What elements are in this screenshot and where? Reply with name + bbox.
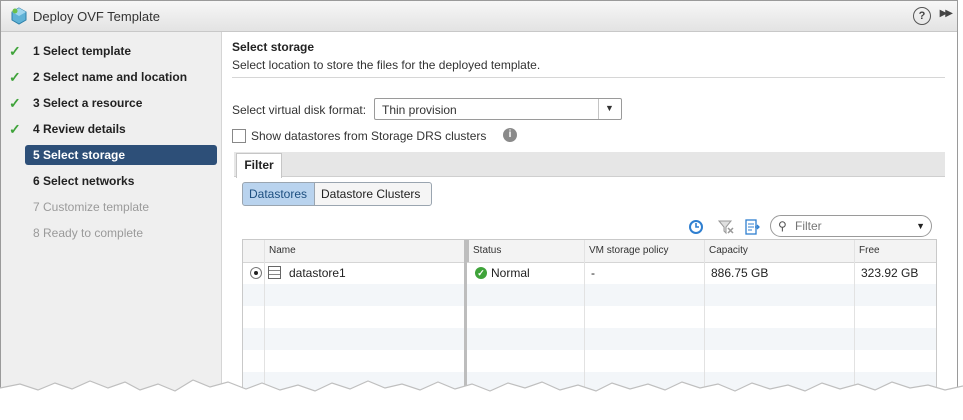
show-drs-checkbox[interactable] — [232, 129, 246, 143]
filter-input[interactable] — [793, 218, 907, 234]
history-clock-icon[interactable] — [688, 219, 704, 235]
datastores-toggle[interactable]: Datastores — [242, 182, 315, 206]
table-row[interactable]: datastore1 ✓ Normal - 886.75 GB 323.92 G… — [243, 262, 936, 284]
disk-format-label: Select virtual disk format: — [232, 103, 367, 117]
step-customize-template: 7 Customize template — [25, 197, 217, 217]
step-select-name-location[interactable]: ✓ 2 Select name and location — [9, 67, 217, 87]
filter-tabstrip: Filter — [234, 152, 945, 178]
storage-policy-cell: - — [591, 266, 595, 280]
tab-filter[interactable]: Filter — [236, 153, 282, 178]
datastore-table: Name Status VM storage policy Capacity F… — [242, 239, 937, 419]
column-divider — [854, 240, 855, 419]
search-icon: ⚲ — [778, 219, 787, 233]
column-header-vm-storage-policy[interactable]: VM storage policy — [584, 240, 704, 262]
step-label: 3 Select a resource — [33, 96, 143, 110]
column-divider — [704, 240, 705, 419]
step-select-networks[interactable]: 6 Select networks — [25, 171, 217, 191]
main-panel: Select storage Select location to store … — [222, 32, 957, 419]
capacity-cell: 886.75 GB — [711, 266, 769, 280]
table-header: Name Status VM storage policy Capacity F… — [243, 240, 936, 263]
empty-row — [243, 350, 936, 372]
step-select-template[interactable]: ✓ 1 Select template — [9, 41, 217, 61]
free-cell: 323.92 GB — [861, 266, 919, 280]
show-drs-label[interactable]: Show datastores from Storage DRS cluster… — [251, 129, 486, 143]
window-title: Deploy OVF Template — [33, 9, 160, 24]
ovf-template-icon — [11, 7, 27, 25]
column-header-name[interactable]: Name — [264, 240, 464, 262]
export-icon[interactable] — [744, 219, 760, 235]
header-divider — [232, 77, 945, 78]
info-icon[interactable]: i — [503, 128, 517, 142]
column-divider — [264, 240, 265, 419]
disk-format-select[interactable]: Thin provision ▼ — [374, 98, 622, 120]
help-icon[interactable]: ? — [913, 7, 931, 25]
row-select-radio[interactable] — [250, 267, 262, 279]
status-text: Normal — [491, 266, 530, 280]
step-label: 6 Select networks — [33, 174, 135, 188]
expand-icon[interactable]: ▶▶ — [940, 8, 953, 19]
clear-filter-icon[interactable] — [717, 219, 734, 235]
checkmark-icon: ✓ — [9, 69, 21, 85]
page-title: Select storage — [232, 40, 315, 54]
step-label: 5 Select storage — [33, 148, 126, 162]
step-ready-to-complete: 8 Ready to complete — [25, 223, 217, 243]
empty-row — [243, 416, 936, 419]
step-review-details[interactable]: ✓ 4 Review details — [9, 119, 217, 139]
disk-format-value: Thin provision — [382, 103, 457, 117]
empty-row — [243, 306, 936, 328]
empty-row — [243, 284, 936, 306]
chevron-down-icon[interactable]: ▼ — [916, 221, 925, 231]
wizard-steps: ✓ 1 Select template ✓ 2 Select name and … — [1, 32, 222, 419]
chevron-down-icon: ▼ — [605, 103, 614, 113]
column-divider — [584, 240, 585, 419]
status-cell: ✓ Normal — [469, 262, 584, 284]
step-select-storage[interactable]: 5 Select storage — [25, 145, 217, 165]
checkmark-icon: ✓ — [9, 121, 21, 137]
datastore-name: datastore1 — [289, 266, 346, 280]
empty-row — [243, 328, 936, 350]
step-label: 2 Select name and location — [33, 70, 188, 84]
step-label: 1 Select template — [33, 44, 132, 58]
filter-search[interactable]: ⚲ ▼ — [770, 215, 932, 237]
column-divider — [464, 240, 467, 419]
status-ok-icon: ✓ — [475, 267, 487, 279]
step-select-resource[interactable]: ✓ 3 Select a resource — [9, 93, 217, 113]
checkmark-icon: ✓ — [9, 95, 21, 111]
empty-row — [243, 394, 936, 416]
page-subtitle: Select location to store the files for t… — [232, 58, 541, 72]
column-header-capacity[interactable]: Capacity — [704, 240, 854, 262]
step-label: 4 Review details — [33, 122, 126, 136]
column-header-status[interactable]: Status — [466, 240, 586, 262]
step-label: 8 Ready to complete — [33, 226, 144, 240]
dropdown-button[interactable]: ▼ — [598, 99, 621, 119]
datastore-icon — [268, 266, 281, 279]
step-label: 7 Customize template — [33, 200, 150, 214]
empty-row — [243, 372, 936, 394]
checkmark-icon: ✓ — [9, 43, 21, 59]
column-header-free[interactable]: Free — [854, 240, 936, 262]
deploy-ovf-window: Deploy OVF Template ? ▶▶ ✓ 1 Select temp… — [0, 0, 958, 420]
datastore-clusters-toggle[interactable]: Datastore Clusters — [314, 182, 432, 206]
title-bar: Deploy OVF Template ? ▶▶ — [1, 1, 957, 32]
